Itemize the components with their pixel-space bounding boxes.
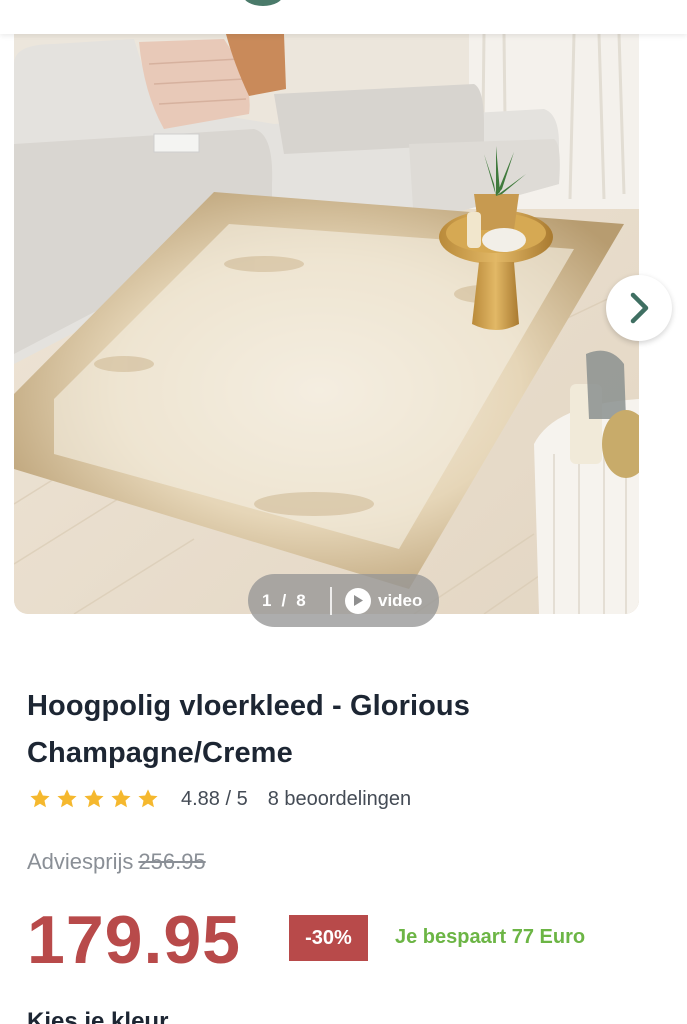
- star-icon: [57, 789, 77, 808]
- rating-value: 4.88 / 5: [181, 787, 248, 810]
- star-icon: [111, 789, 131, 808]
- play-icon: [345, 587, 371, 614]
- total-images: 8: [296, 590, 306, 610]
- product-title-line1: Hoogpolig vloerkleed - Glorious: [27, 690, 470, 722]
- rating-row: 4.88 / 5 8 beoordelingen: [29, 785, 411, 813]
- next-image-button[interactable]: [606, 275, 672, 341]
- discount-badge: -30%: [289, 915, 368, 961]
- logo[interactable]: [243, 0, 283, 6]
- color-selector-heading: Kies je kleur: [27, 1008, 169, 1024]
- counter-separator: /: [281, 590, 287, 610]
- chevron-right-icon: [630, 292, 649, 324]
- savings-text: Je bespaart 77 Euro: [395, 926, 586, 948]
- star-rating: [29, 788, 159, 810]
- product-title: Hoogpolig vloerkleed - Glorious Champagn…: [27, 683, 627, 777]
- advice-price-value: 256.95: [138, 849, 206, 874]
- current-image-index: 1: [262, 590, 272, 610]
- review-count-link[interactable]: 8 beoordelingen: [268, 788, 411, 811]
- current-price: 179.95: [27, 902, 241, 978]
- product-photo: [14, 34, 639, 614]
- image-counter: 1 / 8: [248, 591, 330, 611]
- product-title-line2: Champagne/Creme: [27, 737, 293, 769]
- star-icon: [84, 789, 104, 808]
- star-icon: [138, 789, 158, 808]
- advice-price: Adviesprijs 256.95: [27, 849, 206, 875]
- top-header: [0, 0, 687, 34]
- gallery-counter: 1 / 8 video: [248, 574, 439, 627]
- advice-price-label: Adviesprijs: [27, 849, 134, 874]
- star-icon: [30, 789, 50, 808]
- video-label: video: [378, 590, 423, 610]
- product-image-gallery[interactable]: [14, 34, 639, 614]
- video-button[interactable]: video: [332, 587, 423, 614]
